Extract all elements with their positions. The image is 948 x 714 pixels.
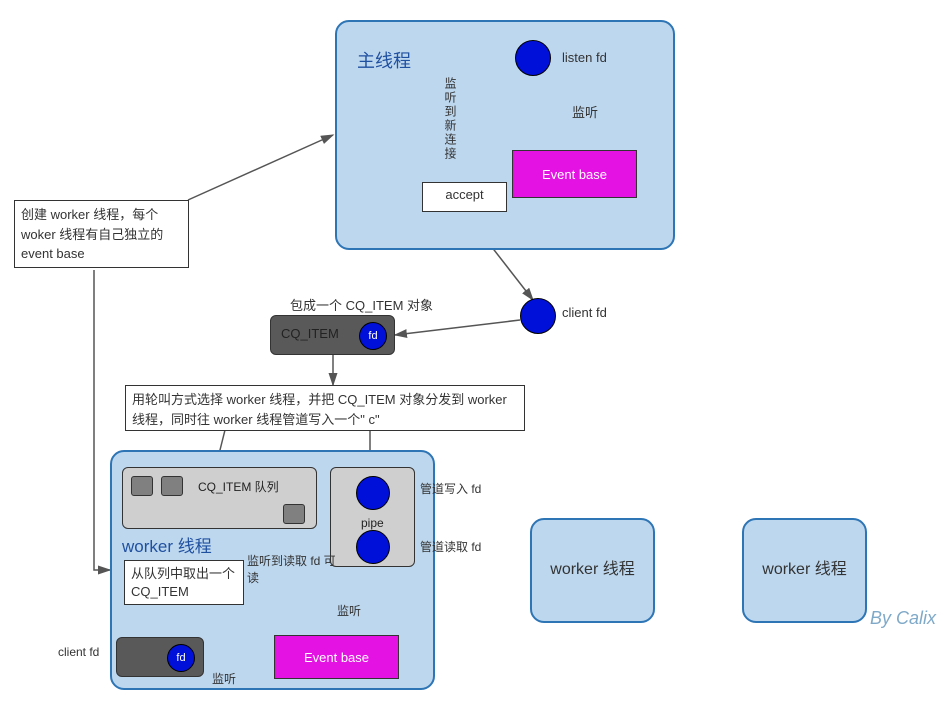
worker-thread-title: worker 线程 [122,532,212,557]
pipe-write-fd-label: 管道写入 fd [420,480,481,497]
cq-item-fd-label: fd [368,330,377,342]
new-conn-label: 监听到新连接 [442,77,459,161]
worker-box-1: worker 线程 [530,518,655,623]
listen-fd-label: listen fd [562,50,607,65]
pipe-read-fd-label: 管道读取 fd [420,538,481,555]
worker-listen-label: 监听 [337,602,361,619]
worker-fd-label: fd [176,652,185,664]
queue-label: CQ_ITEM 队列 [198,478,279,495]
cq-item-label: CQ_ITEM [281,326,339,341]
main-event-base: Event base [512,150,637,198]
watermark: By Calix [870,608,936,629]
queue-item-3 [283,504,305,524]
dispatch-note-text: 用轮叫方式选择 worker 线程，并把 CQ_ITEM 对象分发到 worke… [132,392,507,427]
worker-thread-panel: CQ_ITEM 队列 pipe worker 线程 监听到读取 fd 可读 从队… [110,450,435,690]
worker-client-fd-box: fd [116,637,204,677]
pipe-write-fd-circle [356,476,390,510]
cq-item-queue: CQ_ITEM 队列 [122,467,317,529]
main-thread-panel: 主线程 listen fd 监听 Event base 监听到新连接 accep… [335,20,675,250]
listen-read-fd-label: 监听到读取 fd 可读 [247,552,347,586]
worker-event-base: Event base [274,635,399,679]
cq-item-fd-circle: fd [359,322,387,350]
worker-event-base-label: Event base [304,650,369,665]
accept-box: accept [422,182,507,212]
worker-box-2: worker 线程 [742,518,867,623]
listen-fd-circle [515,40,551,76]
accept-label: accept [445,187,483,202]
pipe-label: pipe [361,516,384,530]
queue-item-1 [131,476,153,496]
main-event-base-label: Event base [542,167,607,182]
queue-item-2 [161,476,183,496]
dispatch-note: 用轮叫方式选择 worker 线程，并把 CQ_ITEM 对象分发到 worke… [125,385,525,431]
wrap-cq-item-label: 包成一个 CQ_ITEM 对象 [290,295,433,314]
create-workers-text: 创建 worker 线程，每个 woker 线程有自己独立的 event bas… [21,207,163,261]
worker-fd-circle: fd [167,644,195,672]
worker-listen-label-2: 监听 [212,670,236,687]
listen-label: 监听 [572,102,598,121]
worker-box-1-label: worker 线程 [550,560,634,581]
pipe-read-fd-circle [356,530,390,564]
take-item-label: 从队列中取出一个 CQ_ITEM [131,566,235,599]
main-thread-title: 主线程 [357,47,411,73]
take-item-box: 从队列中取出一个 CQ_ITEM [124,560,244,605]
create-workers-note: 创建 worker 线程，每个 woker 线程有自己独立的 event bas… [14,200,189,268]
client-fd-circle [520,298,556,334]
client-fd-label: client fd [562,305,607,320]
worker-client-fd-label: client fd [58,645,99,659]
worker-box-2-label: worker 线程 [762,560,846,581]
cq-item-box: CQ_ITEM fd [270,315,395,355]
